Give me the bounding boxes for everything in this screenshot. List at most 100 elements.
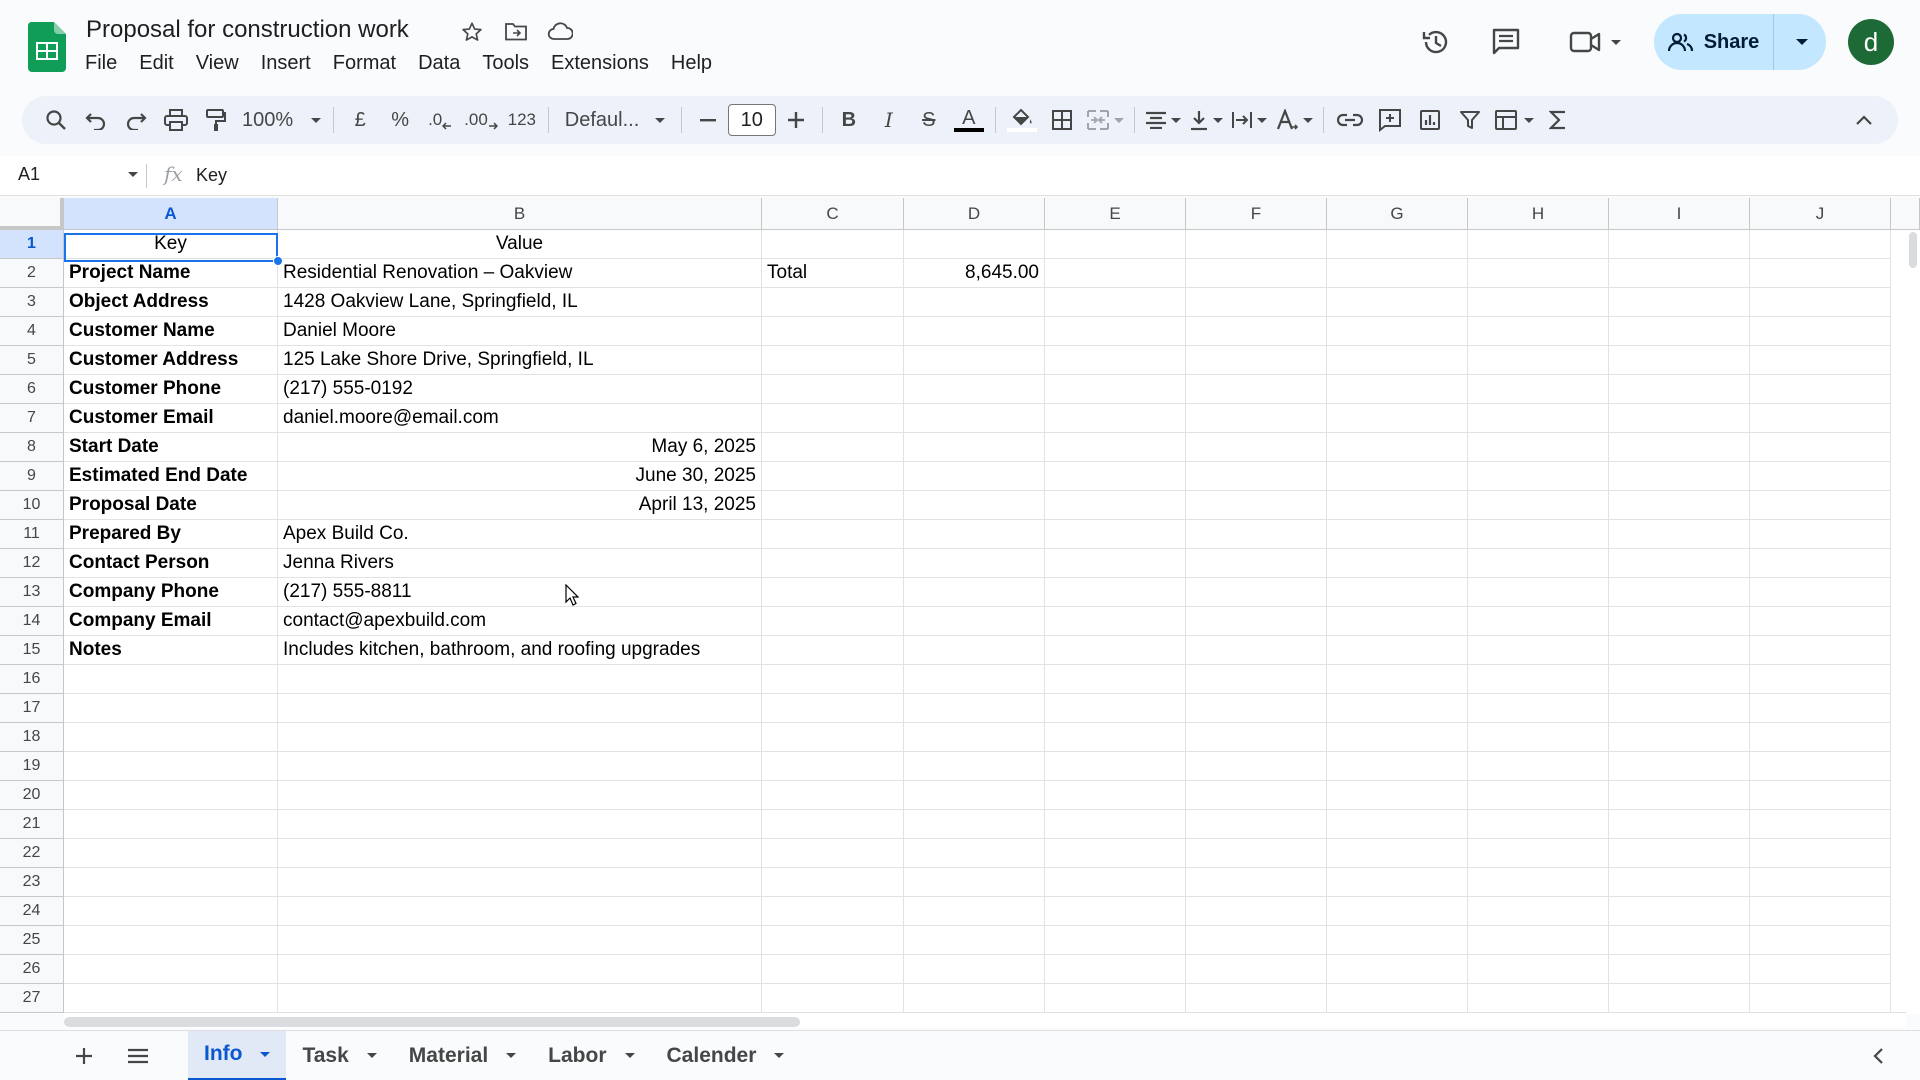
cell-j12[interactable] [1750, 549, 1891, 578]
cell-h7[interactable] [1468, 404, 1609, 433]
cell-b7[interactable]: daniel.moore@email.com [278, 404, 762, 433]
cell-h24[interactable] [1468, 897, 1609, 926]
cell-j8[interactable] [1750, 433, 1891, 462]
cell-d1[interactable] [904, 230, 1045, 259]
cell-c20[interactable] [762, 781, 904, 810]
cell-h17[interactable] [1468, 694, 1609, 723]
cell-b17[interactable] [278, 694, 762, 723]
cell-j11[interactable] [1750, 520, 1891, 549]
cell-g18[interactable] [1327, 723, 1468, 752]
redo-icon[interactable] [116, 100, 156, 140]
menu-view[interactable]: View [185, 50, 250, 77]
cell-g11[interactable] [1327, 520, 1468, 549]
cell-i9[interactable] [1609, 462, 1750, 491]
sheet-tab-info[interactable]: Info [188, 1030, 287, 1080]
cell-e9[interactable] [1045, 462, 1186, 491]
version-history-icon[interactable] [1414, 20, 1458, 64]
cell-a5[interactable]: Customer Address [64, 346, 278, 375]
strikethrough-button[interactable]: S [909, 100, 949, 140]
menu-insert[interactable]: Insert [250, 50, 322, 77]
cell-e17[interactable] [1045, 694, 1186, 723]
cell-d20[interactable] [904, 781, 1045, 810]
cell-h18[interactable] [1468, 723, 1609, 752]
cell-b4[interactable]: Daniel Moore [278, 317, 762, 346]
cell-c24[interactable] [762, 897, 904, 926]
cell-i6[interactable] [1609, 375, 1750, 404]
cell-h6[interactable] [1468, 375, 1609, 404]
cell-c10[interactable] [762, 491, 904, 520]
cell-b27[interactable] [278, 984, 762, 1013]
increase-decimal-button[interactable]: .00 [460, 100, 502, 140]
cell-a8[interactable]: Start Date [64, 433, 278, 462]
cell-a21[interactable] [64, 810, 278, 839]
cell-b2[interactable]: Residential Renovation – Oakview [278, 259, 762, 288]
cell-e14[interactable] [1045, 607, 1186, 636]
cell-f2[interactable] [1186, 259, 1327, 288]
merge-cells-icon[interactable] [1082, 100, 1128, 140]
cell-j24[interactable] [1750, 897, 1891, 926]
insert-chart-icon[interactable] [1410, 100, 1450, 140]
cell-b24[interactable] [278, 897, 762, 926]
cell-g22[interactable] [1327, 839, 1468, 868]
add-sheet-icon[interactable] [62, 1034, 106, 1078]
menu-help[interactable]: Help [660, 50, 723, 77]
cell-h11[interactable] [1468, 520, 1609, 549]
row-header-10[interactable]: 10 [0, 491, 64, 520]
row-header-22[interactable]: 22 [0, 839, 64, 868]
menu-file[interactable]: File [74, 50, 128, 77]
cell-e19[interactable] [1045, 752, 1186, 781]
cell-j20[interactable] [1750, 781, 1891, 810]
row-header-11[interactable]: 11 [0, 520, 64, 549]
cell-e11[interactable] [1045, 520, 1186, 549]
cell-h26[interactable] [1468, 955, 1609, 984]
cell-c26[interactable] [762, 955, 904, 984]
cell-e1[interactable] [1045, 230, 1186, 259]
cell-e2[interactable] [1045, 259, 1186, 288]
cell-f27[interactable] [1186, 984, 1327, 1013]
all-sheets-icon[interactable] [116, 1034, 160, 1078]
vertical-align-icon[interactable] [1185, 100, 1227, 140]
cell-h2[interactable] [1468, 259, 1609, 288]
cell-c11[interactable] [762, 520, 904, 549]
cell-g20[interactable] [1327, 781, 1468, 810]
cloud-saved-icon[interactable] [546, 18, 574, 46]
cell-a20[interactable] [64, 781, 278, 810]
cell-f20[interactable] [1186, 781, 1327, 810]
cell-f25[interactable] [1186, 926, 1327, 955]
cell-h21[interactable] [1468, 810, 1609, 839]
meet-icon[interactable] [1560, 20, 1630, 64]
cell-b8[interactable]: May 6, 2025 [278, 433, 762, 462]
column-header-h[interactable]: H [1468, 198, 1609, 230]
cell-i21[interactable] [1609, 810, 1750, 839]
row-header-3[interactable]: 3 [0, 288, 64, 317]
undo-icon[interactable] [76, 100, 116, 140]
cell-g21[interactable] [1327, 810, 1468, 839]
search-menus-icon[interactable] [36, 100, 76, 140]
cell-d25[interactable] [904, 926, 1045, 955]
cell-a10[interactable]: Proposal Date [64, 491, 278, 520]
cell-a9[interactable]: Estimated End Date [64, 462, 278, 491]
cell-h1[interactable] [1468, 230, 1609, 259]
cell-g16[interactable] [1327, 665, 1468, 694]
row-header-17[interactable]: 17 [0, 694, 64, 723]
cell-d16[interactable] [904, 665, 1045, 694]
row-header-12[interactable]: 12 [0, 549, 64, 578]
cell-a16[interactable] [64, 665, 278, 694]
cell-g7[interactable] [1327, 404, 1468, 433]
cell-c17[interactable] [762, 694, 904, 723]
cell-d22[interactable] [904, 839, 1045, 868]
cell-c3[interactable] [762, 288, 904, 317]
cell-i23[interactable] [1609, 868, 1750, 897]
cell-b15[interactable]: Includes kitchen, bathroom, and roofing … [278, 636, 762, 665]
cell-b12[interactable]: Jenna Rivers [278, 549, 762, 578]
cell-h4[interactable] [1468, 317, 1609, 346]
cell-j2[interactable] [1750, 259, 1891, 288]
cell-i1[interactable] [1609, 230, 1750, 259]
cell-c16[interactable] [762, 665, 904, 694]
cell-i25[interactable] [1609, 926, 1750, 955]
functions-icon[interactable] [1538, 100, 1578, 140]
cell-d26[interactable] [904, 955, 1045, 984]
cell-i15[interactable] [1609, 636, 1750, 665]
cell-d12[interactable] [904, 549, 1045, 578]
cell-c21[interactable] [762, 810, 904, 839]
